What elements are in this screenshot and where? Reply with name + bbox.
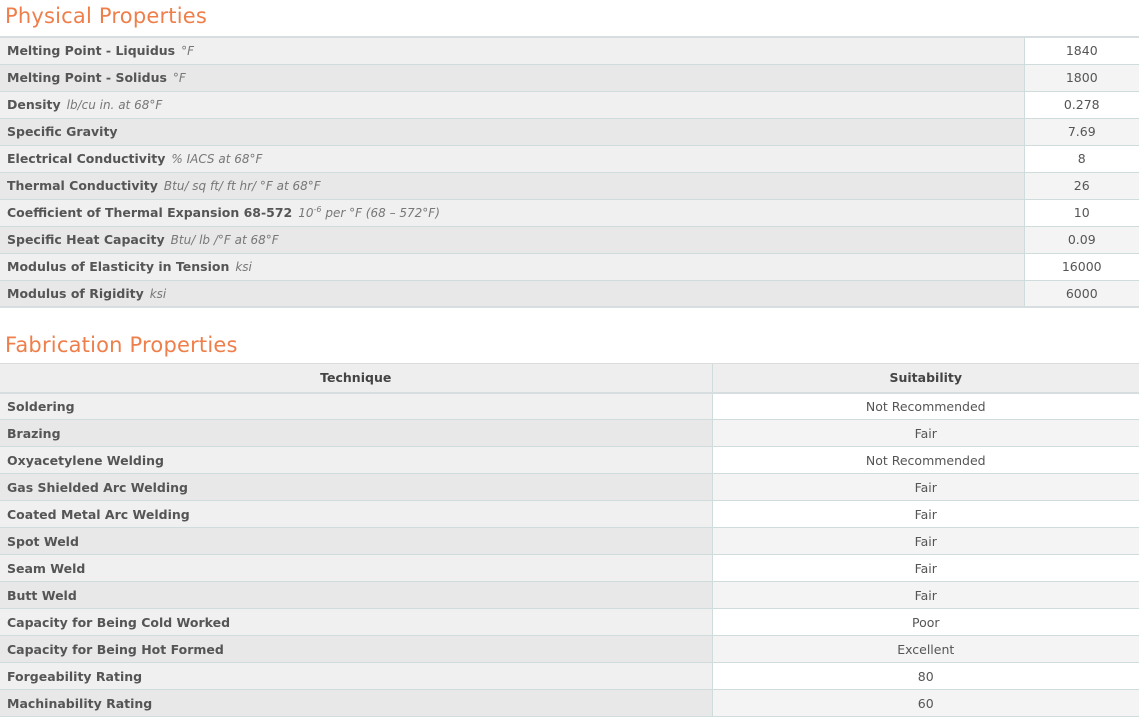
property-name: Melting Point - Solidus <box>7 70 167 85</box>
technique-name: Machinability Rating <box>0 689 712 717</box>
fabrication-properties-table: Technique Suitability Soldering Not Reco… <box>0 363 1139 717</box>
suitability-value: Fair <box>711 581 1139 609</box>
table-row: Oxyacetylene Welding Not Recommended <box>0 446 1139 474</box>
property-unit: % IACS at 68°F <box>171 152 263 166</box>
table-row: Density lb/cu in. at 68°F 0.278 <box>0 91 1139 119</box>
property-name: Modulus of Rigidity <box>7 285 144 301</box>
technique-name: Seam Weld <box>0 554 712 582</box>
property-value: 26 <box>1023 172 1139 200</box>
technique-name: Capacity for Being Hot Formed <box>0 635 712 663</box>
property-unit: °F <box>181 44 195 59</box>
table-row: Modulus of Elasticity in Tension ksi 1600… <box>0 253 1139 281</box>
table-row: Specific Heat Capacity Btu/ lb /°F at 68°… <box>0 226 1139 254</box>
property-unit: °F <box>172 71 186 85</box>
table-row: Electrical Conductivity % IACS at 68°F 8 <box>0 145 1139 173</box>
table-row: Brazing Fair <box>0 419 1139 447</box>
property-name: Specific Heat Capacity <box>7 232 165 247</box>
technique-name: Gas Shielded Arc Welding <box>0 473 712 501</box>
property-name: Density <box>7 97 61 112</box>
table-row: Machinability Rating 60 <box>0 689 1139 717</box>
suitability-column-header: Suitability <box>711 363 1139 394</box>
table-row: Gas Shielded Arc Welding Fair <box>0 473 1139 501</box>
table-row: Forgeability Rating 80 <box>0 662 1139 690</box>
property-unit: ksi <box>235 260 252 274</box>
property-value: 1840 <box>1023 37 1139 65</box>
table-row: Spot Weld Fair <box>0 527 1139 555</box>
property-name: Coefficient of Thermal Expansion 68-572 <box>7 205 293 220</box>
technique-name: Capacity for Being Cold Worked <box>0 608 712 636</box>
property-name: Electrical Conductivity <box>7 151 166 166</box>
property-name: Specific Gravity <box>7 124 118 139</box>
property-unit: Btu/ lb /°F at 68°F <box>170 233 279 247</box>
table-header-row: Technique Suitability <box>0 363 1139 394</box>
property-value: 16000 <box>1023 253 1139 281</box>
table-row: Coated Metal Arc Welding Fair <box>0 500 1139 528</box>
technique-column-header: Technique <box>0 363 712 394</box>
technique-name: Spot Weld <box>0 527 712 555</box>
suitability-value: 80 <box>711 662 1139 690</box>
suitability-value: 60 <box>711 689 1139 717</box>
property-name: Modulus of Elasticity in Tension <box>7 259 230 274</box>
technique-name: Soldering <box>0 392 712 420</box>
fabrication-properties-title: Fabrication Properties <box>5 333 238 357</box>
property-value: 8 <box>1023 145 1139 173</box>
suitability-value: Poor <box>711 608 1139 636</box>
table-row: Soldering Not Recommended <box>0 392 1139 420</box>
suitability-value: Fair <box>711 419 1139 447</box>
property-value: 10 <box>1023 199 1139 227</box>
table-row: Modulus of Rigidity ksi 6000 <box>0 280 1139 308</box>
property-value: 0.09 <box>1023 226 1139 254</box>
suitability-value: Excellent <box>711 635 1139 663</box>
property-unit: 10-6 per °F (68 – 572°F) <box>298 205 440 220</box>
suitability-value: Fair <box>711 527 1139 555</box>
table-row: Seam Weld Fair <box>0 554 1139 582</box>
table-row: Capacity for Being Cold Worked Poor <box>0 608 1139 636</box>
suitability-value: Fair <box>711 500 1139 528</box>
table-row: Specific Gravity 7.69 <box>0 118 1139 146</box>
suitability-value: Fair <box>711 473 1139 501</box>
property-unit: lb/cu in. at 68°F <box>66 98 163 112</box>
property-value: 7.69 <box>1023 118 1139 146</box>
property-value: 1800 <box>1023 64 1139 92</box>
property-name: Thermal Conductivity <box>7 178 158 193</box>
technique-name: Brazing <box>0 419 712 447</box>
technique-name: Butt Weld <box>0 581 712 609</box>
table-row: Thermal Conductivity Btu/ sq ft/ ft hr/ °… <box>0 172 1139 200</box>
suitability-value: Not Recommended <box>711 392 1139 420</box>
table-row: Melting Point - Solidus °F 1800 <box>0 64 1139 92</box>
property-unit: ksi <box>149 286 167 301</box>
table-row: Melting Point - Liquidus °F 1840 <box>0 37 1139 65</box>
technique-name: Oxyacetylene Welding <box>0 446 712 474</box>
property-unit: Btu/ sq ft/ ft hr/ °F at 68°F <box>163 179 321 193</box>
table-row: Coefficient of Thermal Expansion 68-572 1… <box>0 199 1139 227</box>
physical-properties-table: Melting Point - Liquidus °F 1840 Melting … <box>0 36 1139 308</box>
technique-name: Forgeability Rating <box>0 662 712 690</box>
suitability-value: Fair <box>711 554 1139 582</box>
table-row: Butt Weld Fair <box>0 581 1139 609</box>
table-row: Capacity for Being Hot Formed Excellent <box>0 635 1139 663</box>
physical-properties-title: Physical Properties <box>5 4 208 28</box>
suitability-value: Not Recommended <box>711 446 1139 474</box>
property-value: 0.278 <box>1023 91 1139 119</box>
technique-name: Coated Metal Arc Welding <box>0 500 712 528</box>
property-value: 6000 <box>1023 280 1139 308</box>
property-name: Melting Point - Liquidus <box>7 43 176 59</box>
